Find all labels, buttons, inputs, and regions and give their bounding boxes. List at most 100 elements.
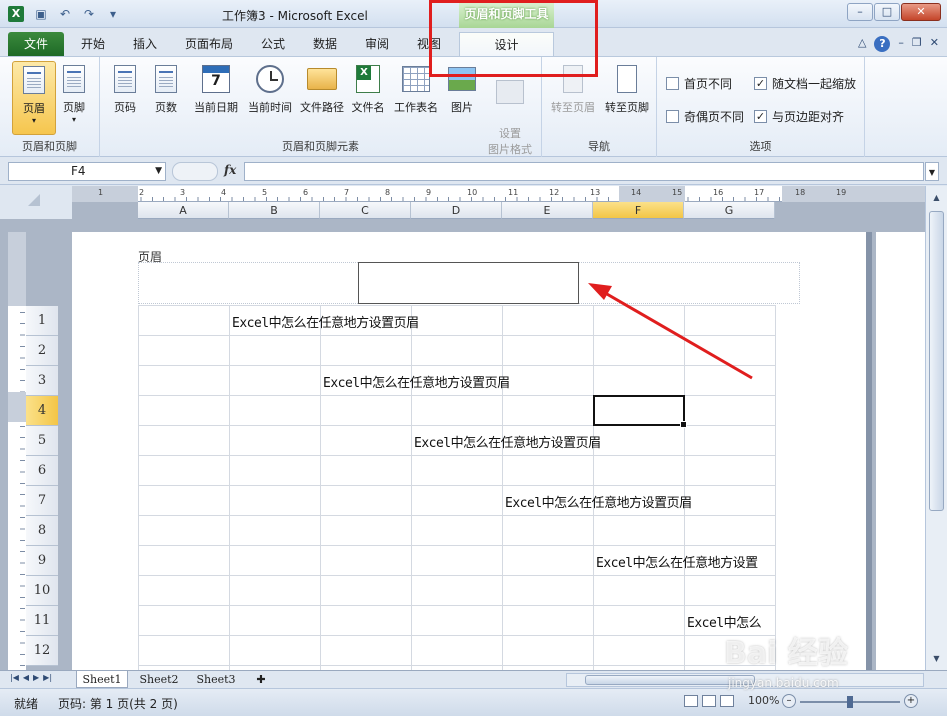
cell-grid[interactable]: [138, 305, 776, 670]
insert-function-icon[interactable]: fx: [224, 163, 236, 177]
doc-close-icon[interactable]: ✕: [930, 36, 939, 52]
first-page-option[interactable]: 首页不同: [666, 75, 732, 92]
current-time-button[interactable]: 当前时间: [243, 61, 297, 115]
goto-footer-button[interactable]: 转至页脚: [600, 61, 654, 115]
close-button[interactable]: ✕: [901, 3, 941, 21]
next-page: [876, 232, 925, 670]
column-header-a[interactable]: A: [138, 202, 229, 219]
horizontal-scrollbar[interactable]: [566, 673, 924, 687]
odd-even-checkbox[interactable]: [666, 110, 679, 123]
scale-with-doc-checkbox[interactable]: ✓: [754, 77, 767, 90]
page-layout-view-icon[interactable]: [702, 695, 716, 707]
file-path-button[interactable]: 文件路径: [296, 61, 348, 115]
cell-d5[interactable]: Excel中怎么在任意地方设置页眉: [414, 432, 601, 451]
vertical-scrollbar[interactable]: ▲ ▼: [925, 186, 947, 670]
formula-input[interactable]: [244, 162, 924, 181]
tab-home[interactable]: 开始: [72, 32, 114, 56]
undo-icon[interactable]: ↶: [56, 6, 74, 22]
new-sheet-icon[interactable]: ✚: [250, 671, 272, 688]
file-name-button[interactable]: 文件名: [347, 61, 389, 115]
save-icon[interactable]: ▣: [32, 6, 50, 22]
tab-insert[interactable]: 插入: [124, 32, 166, 56]
header-button[interactable]: 页眉 ▾: [12, 61, 56, 135]
first-page-checkbox[interactable]: [666, 77, 679, 90]
prev-sheet-icon[interactable]: ◀: [23, 673, 29, 682]
goto-header-button[interactable]: 转至页眉: [546, 61, 600, 115]
row-header-2[interactable]: 2: [26, 336, 58, 366]
last-sheet-icon[interactable]: ▶|: [43, 673, 52, 682]
sheet-tab-1[interactable]: Sheet1: [76, 671, 128, 688]
page-count-button[interactable]: 页数: [144, 61, 188, 115]
doc-restore-icon[interactable]: ❐: [912, 36, 922, 52]
header-center-input[interactable]: [358, 262, 579, 304]
tab-view[interactable]: 视图: [408, 32, 450, 56]
normal-view-icon[interactable]: [684, 695, 698, 707]
expand-formula-bar-icon[interactable]: ▼: [925, 162, 939, 181]
active-cell-f4[interactable]: [593, 395, 687, 428]
odd-even-option[interactable]: 奇偶页不同: [666, 108, 744, 125]
tab-page-layout[interactable]: 页面布局: [178, 32, 240, 56]
ruler-number: 3: [180, 188, 186, 197]
cell-a1-b1[interactable]: Excel中怎么在任意地方设置页眉: [232, 312, 419, 331]
sheet-name-button[interactable]: 工作表名: [390, 61, 442, 115]
cell-g11[interactable]: Excel中怎么: [687, 612, 776, 631]
footer-button[interactable]: 页脚 ▾: [52, 61, 96, 124]
align-margins-checkbox[interactable]: ✓: [754, 110, 767, 123]
sheet-tab-3[interactable]: Sheet3: [190, 671, 242, 688]
name-box[interactable]: F4 ▼: [8, 162, 166, 181]
picture-button[interactable]: 图片: [442, 61, 482, 115]
zoom-level[interactable]: 100%: [748, 694, 779, 707]
row-header-4[interactable]: 4: [26, 396, 58, 426]
next-sheet-icon[interactable]: ▶: [33, 673, 39, 682]
redo-icon[interactable]: ↷: [80, 6, 98, 22]
sheet-tab-2[interactable]: Sheet2: [133, 671, 185, 688]
column-header-d[interactable]: D: [411, 202, 502, 219]
vertical-scroll-thumb[interactable]: [929, 211, 944, 511]
minimize-button[interactable]: –: [847, 3, 873, 21]
help-icon[interactable]: ?: [874, 36, 891, 52]
excel-app-icon[interactable]: X: [8, 6, 24, 22]
minimize-ribbon-icon[interactable]: △: [858, 36, 866, 52]
row-header-11[interactable]: 11: [26, 606, 58, 636]
row-header-10[interactable]: 10: [26, 576, 58, 606]
row-header-6[interactable]: 6: [26, 456, 58, 486]
cell-c3[interactable]: Excel中怎么在任意地方设置页眉: [323, 372, 510, 391]
row-header-8[interactable]: 8: [26, 516, 58, 546]
customize-qat-icon[interactable]: ▾: [104, 6, 122, 22]
scroll-up-icon[interactable]: ▲: [929, 190, 944, 205]
align-margins-option[interactable]: ✓ 与页边距对齐: [754, 108, 844, 125]
row-header-9[interactable]: 9: [26, 546, 58, 576]
current-date-button[interactable]: 7 当前日期: [188, 61, 244, 115]
row-header-12[interactable]: 12: [26, 636, 58, 666]
row-header-5[interactable]: 5: [26, 426, 58, 456]
page-break-view-icon[interactable]: [720, 695, 734, 707]
tab-design[interactable]: 设计: [459, 32, 554, 56]
select-all-corner[interactable]: [0, 186, 72, 219]
column-header-g[interactable]: G: [684, 202, 775, 219]
column-header-e[interactable]: E: [502, 202, 593, 219]
first-sheet-icon[interactable]: |◀: [10, 673, 19, 682]
printed-page: 页眉 Excel中怎么在任意地方设置页眉 Excel中怎么在任意地方设置页眉 E…: [72, 232, 866, 670]
row-header-7[interactable]: 7: [26, 486, 58, 516]
tab-formulas[interactable]: 公式: [252, 32, 294, 56]
zoom-in-icon[interactable]: +: [904, 694, 918, 708]
tab-file[interactable]: 文件: [8, 32, 64, 56]
column-header-c[interactable]: C: [320, 202, 411, 219]
scale-with-doc-option[interactable]: ✓ 随文档一起缩放: [754, 75, 856, 92]
maximize-button[interactable]: □: [874, 3, 900, 21]
zoom-slider-knob[interactable]: [847, 696, 853, 708]
cell-e7[interactable]: Excel中怎么在任意地方设置页眉: [505, 492, 692, 511]
row-header-3[interactable]: 3: [26, 366, 58, 396]
doc-minimize-icon[interactable]: –: [898, 36, 904, 52]
cell-f9[interactable]: Excel中怎么在任意地方设置: [596, 552, 776, 571]
zoom-out-icon[interactable]: –: [782, 694, 796, 708]
row-header-1[interactable]: 1: [26, 306, 58, 336]
name-box-dropdown-icon[interactable]: ▼: [155, 163, 162, 180]
page-number-button[interactable]: 页码: [103, 61, 147, 115]
column-header-b[interactable]: B: [229, 202, 320, 219]
scroll-down-icon[interactable]: ▼: [929, 651, 944, 666]
tab-data[interactable]: 数据: [304, 32, 346, 56]
tab-review[interactable]: 审阅: [356, 32, 398, 56]
horizontal-scroll-thumb[interactable]: [585, 675, 755, 685]
column-header-f[interactable]: F: [593, 202, 684, 219]
